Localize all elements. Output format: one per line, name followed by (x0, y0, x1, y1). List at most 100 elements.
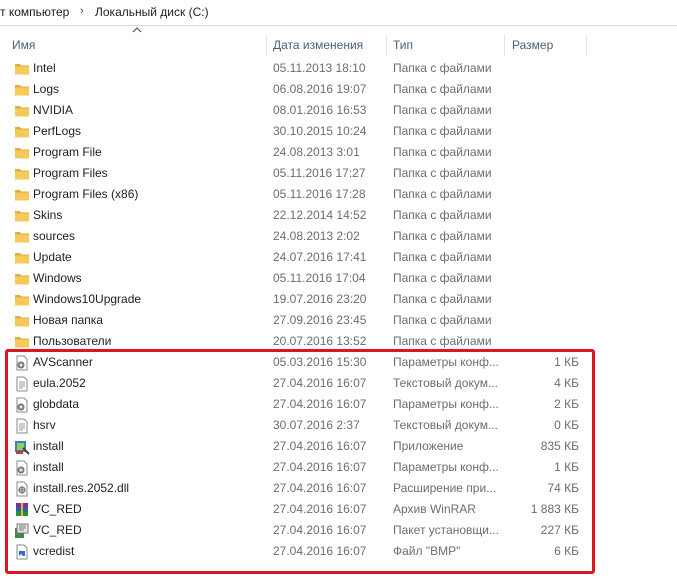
breadcrumb-chevron-icon[interactable]: › (80, 5, 84, 17)
file-name: Program Files (x86) (33, 187, 139, 201)
file-row[interactable]: Intel 05.11.2013 18:10 Папка с файлами (0, 58, 677, 79)
file-modified-date: 27.04.2016 16:07 (273, 481, 367, 495)
column-divider[interactable] (386, 34, 387, 56)
column-header-date[interactable]: Дата изменения (269, 32, 387, 58)
file-row[interactable]: Logs 06.08.2016 19:07 Папка с файлами (0, 79, 677, 100)
column-divider[interactable] (504, 34, 505, 56)
file-name: Logs (33, 82, 60, 96)
file-name: Update (33, 250, 72, 264)
address-bar[interactable]: т компьютер › Локальный диск (C:) (0, 0, 677, 26)
folder-icon (14, 103, 30, 119)
file-row[interactable]: globdata 27.04.2016 16:07 Параметры конф..… (0, 394, 677, 415)
text-file-icon (14, 418, 30, 434)
folder-icon (14, 82, 30, 98)
file-size: 74 КБ (547, 481, 579, 495)
file-modified-date: 30.07.2016 2:37 (273, 418, 360, 432)
file-name: NVIDIA (33, 103, 74, 117)
column-header-type[interactable]: Тип (389, 32, 504, 58)
column-divider[interactable] (586, 34, 587, 56)
file-row[interactable]: install.res.2052.dll 27.04.2016 16:07 Расш… (0, 478, 677, 499)
file-name: install (33, 439, 64, 453)
file-modified-date: 06.08.2016 19:07 (273, 82, 367, 96)
breadcrumb-parent[interactable]: т компьютер (0, 5, 69, 19)
file-type: Файл "BMP" (393, 544, 461, 558)
file-row[interactable]: Skins 22.12.2014 14:52 Папка с файлами (0, 205, 677, 226)
file-name: Program Files (33, 166, 108, 180)
file-name: vcredist (33, 544, 75, 558)
file-type: Параметры конф... (393, 397, 499, 411)
file-name: Intel (33, 61, 56, 75)
file-row[interactable]: NVIDIA 08.01.2016 16:53 Папка с файлами (0, 100, 677, 121)
file-type: Расширение при... (393, 481, 497, 495)
file-row[interactable]: Пользователи 20.07.2016 13:52 Папка с файл… (0, 331, 677, 352)
file-name: install (33, 460, 64, 474)
column-header-name[interactable]: Имя (8, 32, 266, 58)
file-modified-date: 27.09.2016 23:45 (273, 313, 367, 327)
file-name: install.res.2052.dll (33, 481, 130, 495)
file-name: VC_RED (33, 523, 82, 537)
file-name: Пользователи (33, 334, 112, 348)
file-modified-date: 24.07.2016 17:41 (273, 250, 367, 264)
column-divider[interactable] (266, 34, 267, 56)
file-type: Текстовый докум... (393, 376, 498, 390)
file-size: 1 КБ (554, 460, 579, 474)
file-name: eula.2052 (33, 376, 86, 390)
settings-file-icon (14, 355, 30, 371)
file-modified-date: 05.11.2016 17:28 (273, 187, 366, 201)
file-row[interactable]: sources 24.08.2013 2:02 Папка с файлами (0, 226, 677, 247)
file-row[interactable]: install 27.04.2016 16:07 Параметры конф...… (0, 457, 677, 478)
file-type: Папка с файлами (393, 313, 492, 327)
file-row[interactable]: Program File 24.08.2013 3:01 Папка с файла… (0, 142, 677, 163)
file-row[interactable]: Program Files (x86) 05.11.2016 17:28 Папка… (0, 184, 677, 205)
column-header-size[interactable]: Размер (508, 32, 586, 58)
file-type: Папка с файлами (393, 292, 492, 306)
file-name: VC_RED (33, 502, 82, 516)
folder-icon (14, 229, 30, 245)
file-modified-date: 30.10.2015 10:24 (273, 124, 367, 138)
file-modified-date: 24.08.2013 2:02 (273, 229, 360, 243)
file-type: Папка с файлами (393, 229, 492, 243)
file-row[interactable]: install 27.04.2016 16:07 Приложение 835 КБ (0, 436, 677, 457)
file-modified-date: 27.04.2016 16:07 (273, 376, 367, 390)
file-size: 227 КБ (540, 523, 579, 537)
file-type: Параметры конф... (393, 460, 499, 474)
file-name: Windows (33, 271, 82, 285)
file-type: Папка с файлами (393, 187, 492, 201)
file-row[interactable]: Новая папка 27.09.2016 23:45 Папка с файла… (0, 310, 677, 331)
breadcrumb-current[interactable]: Локальный диск (C:) (95, 5, 209, 19)
file-modified-date: 27.04.2016 16:07 (273, 544, 367, 558)
file-modified-date: 05.11.2016 17:04 (273, 271, 366, 285)
file-row[interactable]: VC_RED 27.04.2016 16:07 Пакет установщи...… (0, 520, 677, 541)
file-size: 1 КБ (554, 355, 579, 369)
file-row[interactable]: Windows 05.11.2016 17:04 Папка с файлами (0, 268, 677, 289)
file-row[interactable]: eula.2052 27.04.2016 16:07 Текстовый докум… (0, 373, 677, 394)
file-size: 6 КБ (554, 544, 579, 558)
file-modified-date: 22.12.2014 14:52 (273, 208, 367, 222)
msi-package-icon (14, 523, 30, 539)
file-name: Новая папка (33, 313, 103, 327)
file-type: Папка с файлами (393, 145, 492, 159)
file-row[interactable]: Update 24.07.2016 17:41 Папка с файлами (0, 247, 677, 268)
file-name: PerfLogs (33, 124, 82, 138)
file-type: Папка с файлами (393, 208, 492, 222)
file-modified-date: 27.04.2016 16:07 (273, 439, 367, 453)
file-row[interactable]: Windows10Upgrade 19.07.2016 23:20 Папка с … (0, 289, 677, 310)
folder-icon (14, 334, 30, 350)
folder-icon (14, 61, 30, 77)
file-type: Текстовый докум... (393, 418, 498, 432)
folder-icon (14, 208, 30, 224)
file-row[interactable]: vcredist 27.04.2016 16:07 Файл "BMP" 6 КБ (0, 541, 677, 562)
file-modified-date: 27.04.2016 16:07 (273, 397, 367, 411)
file-row[interactable]: PerfLogs 30.10.2015 10:24 Папка с файлами (0, 121, 677, 142)
file-row[interactable]: Program Files 05.11.2016 17:27 Папка с фай… (0, 163, 677, 184)
folder-icon (14, 250, 30, 266)
file-row[interactable]: hsrv 30.07.2016 2:37 Текстовый докум... 0 К… (0, 415, 677, 436)
file-type: Параметры конф... (393, 355, 499, 369)
file-type: Приложение (393, 439, 464, 453)
file-type: Папка с файлами (393, 103, 492, 117)
file-name: AVScanner (33, 355, 93, 369)
file-row[interactable]: VC_RED 27.04.2016 16:07 Архив WinRAR 1 883 … (0, 499, 677, 520)
file-type: Папка с файлами (393, 250, 492, 264)
file-list: Intel 05.11.2013 18:10 Папка с файлами Logs… (0, 58, 677, 562)
file-row[interactable]: AVScanner 05.03.2016 15:30 Параметры конф.… (0, 352, 677, 373)
